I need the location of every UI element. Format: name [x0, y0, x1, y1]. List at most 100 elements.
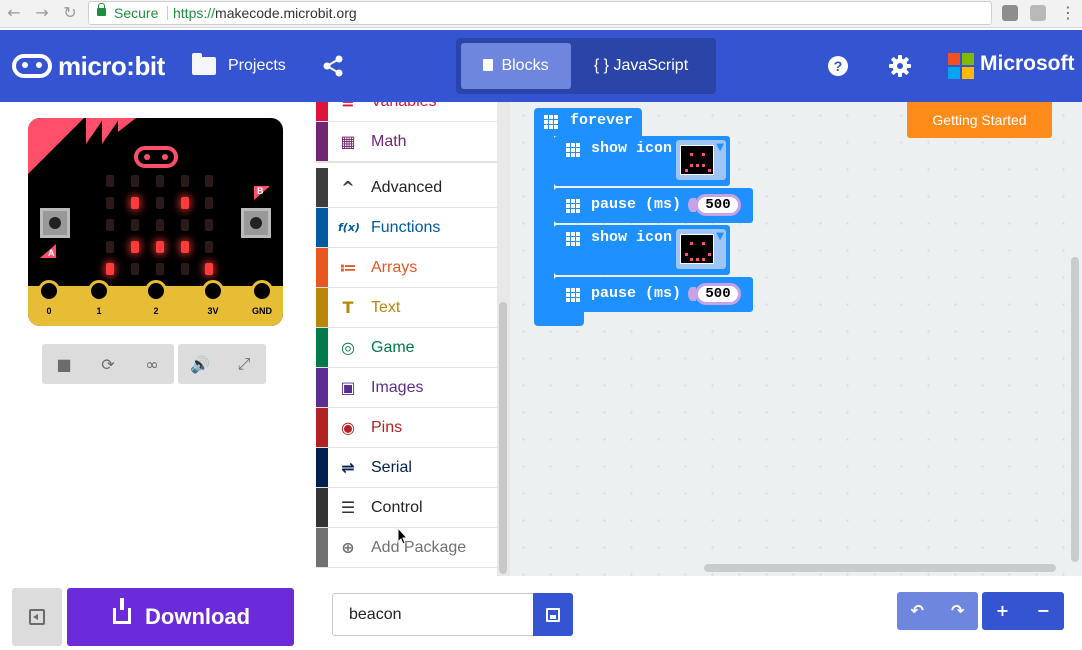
- led-1-1: [131, 197, 139, 209]
- share-icon: [323, 55, 343, 77]
- category-color-bar: [316, 102, 328, 121]
- download-button[interactable]: Download: [67, 588, 294, 646]
- toolbox-item-label: Text: [371, 299, 401, 316]
- pause-label: pause (ms): [591, 196, 682, 213]
- toolbox-item-functions[interactable]: f(x) Functions: [316, 208, 497, 248]
- slow-motion-icon[interactable]: ∞: [130, 344, 174, 384]
- toolbox-item-control[interactable]: ☰ Control: [316, 488, 497, 528]
- toolbox-item-label: Serial: [371, 459, 412, 476]
- corner-decoration: [118, 118, 136, 132]
- pocket-extension-icon[interactable]: [1002, 5, 1018, 21]
- microbit-logo[interactable]: micro:bit: [12, 50, 165, 81]
- microbit-simulator[interactable]: A B 0 1 2 3V GND: [28, 118, 283, 326]
- restart-icon[interactable]: ⟳: [86, 344, 130, 384]
- zoom-in-icon[interactable]: +: [982, 592, 1023, 630]
- icon-dropdown[interactable]: ▼: [676, 229, 726, 269]
- toolbox-item-label: Math: [371, 133, 407, 150]
- toolbox-item-math[interactable]: ▦ Math: [316, 122, 497, 162]
- pause-ms-input[interactable]: 500: [695, 283, 741, 305]
- app-header: micro:bit Projects Blocks { } JavaScript…: [0, 30, 1082, 102]
- zoom-out-icon[interactable]: −: [1023, 592, 1064, 630]
- category-color-bar: [316, 368, 328, 407]
- toolbox-item-serial[interactable]: ⇌ Serial: [316, 448, 497, 488]
- toolbox-scrollbar[interactable]: [497, 102, 510, 576]
- basic-category-icon: [566, 143, 580, 157]
- workspace-vertical-scrollbar[interactable]: [1071, 257, 1079, 562]
- control-icon: ☰: [340, 498, 356, 517]
- led-0-2: [156, 175, 164, 187]
- lock-icon: [97, 3, 106, 16]
- puzzle-icon: [483, 59, 494, 71]
- icon-dropdown[interactable]: ▼: [676, 140, 726, 180]
- javascript-tab[interactable]: { } JavaScript: [571, 43, 711, 89]
- ms-square-yellow: [962, 67, 974, 79]
- pin-3v[interactable]: [202, 280, 224, 302]
- toolbox-item-arrays[interactable]: ≔ Arrays: [316, 248, 497, 288]
- variables-icon: ≡: [338, 102, 358, 112]
- toolbox-item-game[interactable]: ◎ Game: [316, 328, 497, 368]
- microsoft-logo-icon: [948, 53, 974, 79]
- logo-touch-pad[interactable]: [134, 146, 178, 168]
- undo-icon[interactable]: ↶: [897, 592, 938, 630]
- redo-icon[interactable]: ↷: [938, 592, 979, 630]
- pin-label: 1: [96, 306, 102, 316]
- forward-icon[interactable]: →: [32, 3, 52, 23]
- browser-menu-icon[interactable]: ⋮: [1058, 3, 1078, 23]
- toolbox-item-images[interactable]: ▣ Images: [316, 368, 497, 408]
- simulator-controls: ■ ⟳ ∞ 🔊 ⤢: [42, 344, 266, 384]
- mute-icon[interactable]: 🔊: [178, 344, 222, 384]
- projects-label: Projects: [228, 57, 286, 74]
- led-1-3: [181, 197, 189, 209]
- address-bar[interactable]: Secure https://makecode.microbit.org: [88, 1, 992, 25]
- logo-text: micro:bit: [58, 50, 165, 81]
- reload-icon[interactable]: ↻: [60, 3, 80, 23]
- toolbox-item-variables[interactable]: ≡ Variables: [316, 102, 497, 122]
- button-a[interactable]: [40, 208, 70, 238]
- led-4-4: [205, 263, 213, 275]
- pause-ms-input[interactable]: 500: [695, 194, 741, 216]
- led-0-0: [106, 175, 114, 187]
- add-package-icon: ⊕: [341, 538, 355, 557]
- back-icon[interactable]: ←: [4, 3, 24, 23]
- share-button[interactable]: [322, 54, 344, 78]
- toolbox-item-pins[interactable]: ◉ Pins: [316, 408, 497, 448]
- category-color-bar: [316, 288, 328, 327]
- show-icon-block[interactable]: show icon ▼: [554, 225, 730, 275]
- button-b[interactable]: [241, 208, 271, 238]
- pin-label: 0: [46, 306, 52, 316]
- led-3-1: [131, 241, 139, 253]
- toolbox-scrollbar-thumb[interactable]: [499, 302, 507, 574]
- extension-icon[interactable]: [1030, 5, 1046, 21]
- ms-square-green: [962, 53, 974, 65]
- pause-block[interactable]: pause (ms) 500: [554, 277, 753, 312]
- toolbox-item-label: Pins: [371, 419, 403, 436]
- blocks-tab[interactable]: Blocks: [461, 43, 571, 89]
- pin-1[interactable]: [88, 280, 110, 302]
- toolbox-item-text[interactable]: T Text: [316, 288, 497, 328]
- settings-button[interactable]: [888, 54, 912, 83]
- workspace-horizontal-scrollbar[interactable]: [704, 564, 1056, 572]
- pin-0[interactable]: [38, 280, 60, 302]
- pin-2[interactable]: [145, 280, 167, 302]
- show-icon-label: show icon: [591, 229, 673, 246]
- pause-block[interactable]: pause (ms) 500: [554, 188, 753, 223]
- stop-icon[interactable]: ■: [42, 344, 86, 384]
- forever-block-side: [534, 132, 554, 315]
- microsoft-label[interactable]: Microsoft: [980, 52, 1075, 76]
- collapse-simulator-button[interactable]: [12, 588, 62, 646]
- secure-label: Secure: [114, 5, 159, 21]
- projects-button[interactable]: Projects: [192, 53, 286, 78]
- help-icon[interactable]: ?: [828, 56, 848, 76]
- show-icon-block[interactable]: show icon ▼: [554, 136, 730, 186]
- advanced-icon: ^: [341, 178, 355, 197]
- save-button[interactable]: [533, 593, 573, 636]
- pin-label: 2: [153, 306, 159, 316]
- url-separator: [167, 6, 168, 20]
- fullscreen-icon[interactable]: ⤢: [222, 344, 266, 384]
- toolbox-item-advanced[interactable]: ^ Advanced: [316, 168, 497, 208]
- getting-started-button[interactable]: Getting Started: [907, 102, 1052, 138]
- project-name-input[interactable]: [332, 593, 534, 636]
- button-a-label: A: [48, 248, 55, 258]
- pin-gnd[interactable]: [251, 280, 273, 302]
- led-3-2: [156, 241, 164, 253]
